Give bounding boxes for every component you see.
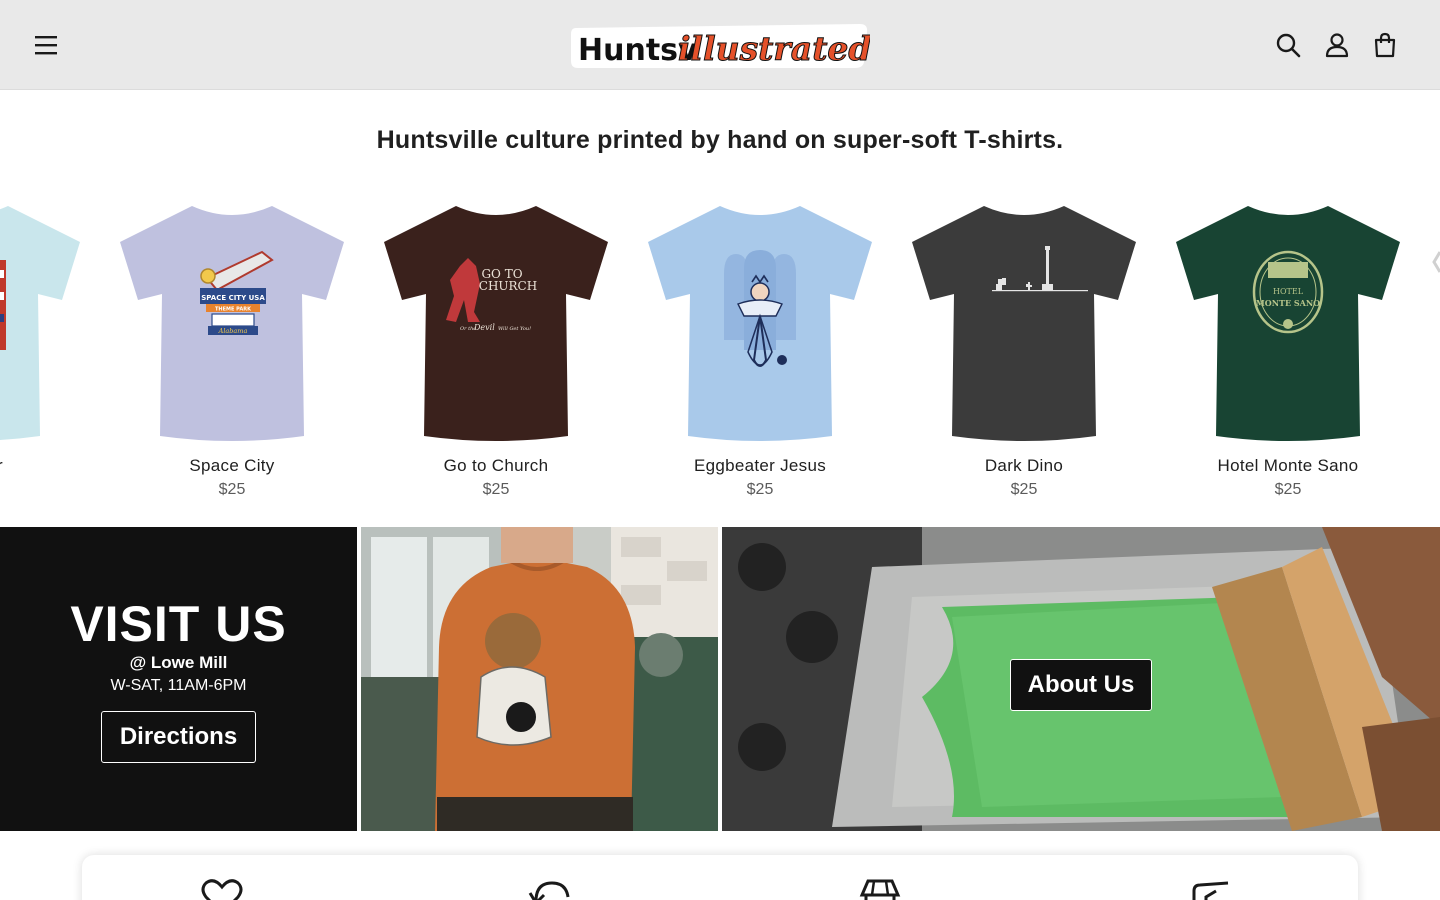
- product-card[interactable]: GO TO CHURCH Or the Devil Will Get You! …: [376, 196, 616, 512]
- space-city-state: Alabama: [218, 327, 248, 335]
- product-price: $25: [1010, 481, 1038, 498]
- church-line-2: CHURCH: [479, 279, 537, 293]
- product-card[interactable]: SPACE CITY USA THEME PARK Alabama Space …: [112, 196, 352, 512]
- product-image: [0, 206, 80, 440]
- tshirt-shape: [384, 206, 608, 441]
- hotel-name: MONTE SANO: [1256, 298, 1320, 308]
- carousel-next-arrow-icon[interactable]: [1430, 250, 1440, 274]
- cart-icon[interactable]: [1369, 28, 1401, 62]
- visit-us-panel: VISIT US @ Lowe Mill W-SAT, 11AM-6PM Dir…: [0, 527, 357, 831]
- site-logo[interactable]: Huntsv illustrated: [570, 22, 872, 70]
- product-price: $25: [1274, 481, 1302, 498]
- product-card[interactable]: HOTEL MONTE SANO Hotel Monte Sano $25: [1168, 196, 1408, 512]
- product-card[interactable]: er: [0, 196, 88, 512]
- church-small-2: Will Get You!: [498, 326, 531, 332]
- directions-button[interactable]: Directions: [101, 711, 256, 763]
- space-city-sign: SPACE CITY USA: [201, 294, 265, 302]
- tshirt-shape: [912, 206, 1136, 441]
- account-icon[interactable]: [1321, 28, 1353, 62]
- product-name: Space City: [189, 456, 275, 475]
- logo-script-text: illustrated: [678, 29, 870, 68]
- product-image: [648, 206, 872, 441]
- about-us-button[interactable]: About Us: [1010, 659, 1152, 711]
- product-image: HOTEL MONTE SANO: [1176, 206, 1400, 441]
- tagline: Huntsville culture printed by hand on su…: [376, 126, 1064, 154]
- product-carousel: er SPACE CITY USA THEME PARK Alabama Spa…: [0, 196, 1440, 512]
- hamburger-menu-icon[interactable]: [30, 30, 62, 60]
- product-name: Hotel Monte Sano: [1217, 456, 1359, 475]
- visit-location: @ Lowe Mill: [129, 653, 228, 672]
- search-icon[interactable]: [1272, 28, 1304, 62]
- tshirt-shape: [0, 206, 80, 440]
- product-image: SPACE CITY USA THEME PARK Alabama: [120, 206, 344, 441]
- product-card[interactable]: Dark Dino $25: [904, 196, 1144, 512]
- storefront-icon: [858, 877, 902, 900]
- space-city-subtitle: THEME PARK: [215, 307, 252, 313]
- visit-hours: W-SAT, 11AM-6PM: [110, 677, 247, 694]
- hotel-label: HOTEL: [1273, 287, 1304, 296]
- model-photo: [361, 527, 718, 831]
- product-price: $25: [482, 481, 510, 498]
- features-card: [82, 855, 1358, 900]
- product-price: $25: [746, 481, 774, 498]
- screen-printing-photo: About Us: [722, 527, 1440, 831]
- product-name: Eggbeater Jesus: [693, 456, 827, 475]
- product-card[interactable]: Eggbeater Jesus $25: [640, 196, 880, 512]
- product-price: $25: [218, 481, 246, 498]
- product-image: GO TO CHURCH Or the Devil Will Get You!: [384, 206, 608, 441]
- heart-icon: [200, 877, 244, 900]
- product-name: Go to Church: [443, 456, 549, 475]
- product-name: Dark Dino: [984, 456, 1064, 475]
- shipping-icon: [1188, 877, 1232, 900]
- visit-title: VISIT US: [70, 596, 287, 652]
- refresh-icon: [528, 877, 572, 900]
- product-name: er: [0, 456, 88, 476]
- site-header: Huntsv illustrated: [0, 0, 1440, 90]
- church-devil: Devil: [473, 323, 495, 332]
- product-image: [912, 206, 1136, 441]
